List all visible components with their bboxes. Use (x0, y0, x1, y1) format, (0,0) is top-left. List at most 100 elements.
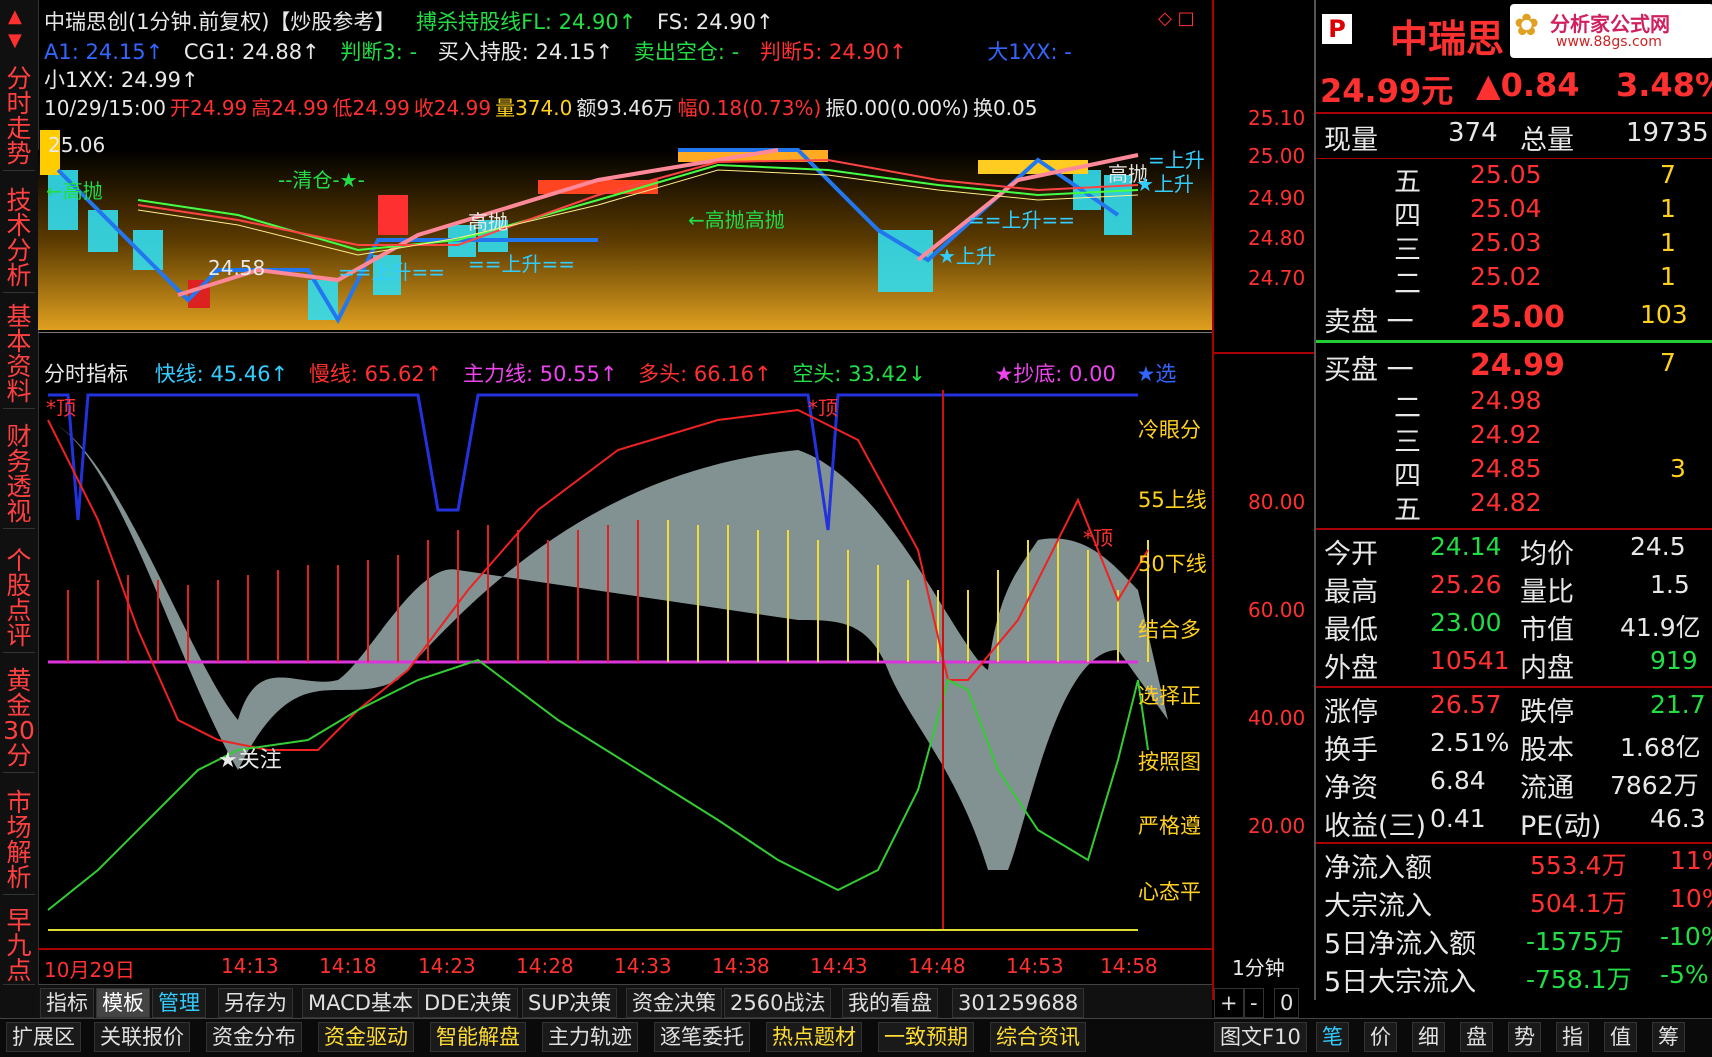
chaodi-value: ★抄底: 0.00 (994, 362, 1116, 386)
stock-name: 中瑞思 (1390, 17, 1505, 61)
rtab-jia[interactable]: 价 (1364, 1022, 1397, 1052)
btn-guanlian[interactable]: 关联报价 (94, 1022, 190, 1052)
sell-2-price: 25.02 (1470, 262, 1542, 291)
stat-label: 外盘 (1324, 653, 1378, 684)
indicator-header: 分时指标 快线: 45.46↑ 慢线: 65.62↑ 主力线: 50.55↑ 多… (44, 358, 1190, 388)
bar-range: 幅0.18(0.73%) (677, 96, 822, 120)
sell-5: 五 25.05 7 (1320, 160, 1712, 198)
zoom-out-button[interactable]: - (1244, 988, 1264, 1018)
price-low-label: 24.58 (208, 256, 266, 280)
buy-2: 二 24.98 (1320, 386, 1712, 424)
tab-shichang[interactable]: 市场解析 (3, 790, 35, 895)
stat-label: 换手 (1324, 735, 1378, 766)
fs-value: FS: 24.90↑ (657, 10, 774, 34)
tab-huangjin[interactable]: 黄金30分 (3, 668, 35, 773)
btn-macd[interactable]: MACD基本 (302, 988, 419, 1018)
bid-ask-divider (1316, 340, 1712, 343)
time-label-6: 14:38 (712, 954, 770, 978)
btn-lingcunwei[interactable]: 另存为 (218, 988, 293, 1018)
indicator-title[interactable]: 分时指标 (44, 362, 128, 386)
stat-label: 涨停 (1324, 697, 1378, 728)
btn-zonghe[interactable]: 综合资讯 (990, 1022, 1086, 1052)
stat-label: 最高 (1324, 577, 1378, 608)
sell-2-label: 二 (1394, 269, 1421, 300)
stat-label: 最低 (1324, 615, 1378, 646)
btn-tuwen-f10[interactable]: 图文F10 (1214, 1022, 1307, 1052)
btn-zijinqudong[interactable]: 资金驱动 (318, 1022, 414, 1052)
window-controls[interactable]: ◇ □ (1158, 8, 1195, 29)
rtab-bi[interactable]: 笔 (1316, 1022, 1349, 1052)
y-axis-column: 25.10 25.00 24.90 24.80 24.70 80.00 60.0… (1212, 0, 1314, 1000)
signal-up-4: ★上升 (938, 244, 996, 268)
rtab-xi[interactable]: 细 (1412, 1022, 1445, 1052)
btn-sup[interactable]: SUP决策 (522, 988, 618, 1018)
price-tick-1: 25.00 (1248, 144, 1306, 168)
btn-dde[interactable]: DDE决策 (418, 988, 518, 1018)
header-line-2: A1: 24.15↑ CG1: 24.88↑ 判断3: - 买入持股: 24.1… (44, 36, 1086, 66)
btn-zijin[interactable]: 资金决策 (626, 988, 722, 1018)
buy-1-vol: 7 (1660, 348, 1676, 377)
btn-zhubiweituo[interactable]: 逐笔委托 (654, 1022, 750, 1052)
stat-label: 量比 (1520, 577, 1574, 608)
left-tab-bar: ▲ ▼ 分时走势 技术分析 基本资料 财务透视 个股点评 黄金30分 市场解析 … (0, 0, 39, 1056)
a1-value: A1: 24.15↑ (44, 40, 164, 64)
site-logo: ✿ 分析家公式网 www.88gs.com (1510, 4, 1712, 58)
bear-value: 空头: 33.42↓ (792, 362, 926, 386)
stat-value: 46.3 (1650, 804, 1706, 833)
buy-3-price: 24.92 (1470, 420, 1542, 449)
note-1: 冷眼分 (1138, 418, 1201, 442)
volume-row: 现量 374 总量 19735 (1320, 118, 1712, 156)
btn-zhuliguiji[interactable]: 主力轨迹 (542, 1022, 638, 1052)
tab-caiwu[interactable]: 财务透视 (3, 424, 35, 529)
time-label-10: 14:58 (1100, 954, 1158, 978)
boshen-line: 搏杀持股线FL: 24.90↑ (416, 10, 637, 34)
stat-row-0: 今开 24.14 均价 24.5 (1320, 532, 1712, 570)
btn-kuozhanqu[interactable]: 扩展区 (6, 1022, 81, 1052)
btn-kanpan[interactable]: 我的看盘 (842, 988, 938, 1018)
tab-zaojiu[interactable]: 早九点 (3, 908, 35, 985)
sell-3-price: 25.03 (1470, 228, 1542, 257)
stat-value: 23.00 (1430, 608, 1502, 637)
panel-divider (38, 332, 1212, 333)
zoom-reset-button[interactable]: 0 (1274, 988, 1300, 1018)
tab-fenshi[interactable]: 分时走势 (3, 66, 35, 171)
rtab-zhi[interactable]: 指 (1556, 1022, 1589, 1052)
btn-account[interactable]: 301259688 (952, 988, 1085, 1018)
ind-tick-1: 60.00 (1248, 598, 1306, 622)
scroll-up-icon[interactable]: ▲ (8, 6, 22, 27)
stat-value: 7862万 (1610, 771, 1699, 800)
flow-pct: 10% (1670, 884, 1712, 913)
tab-jiben[interactable]: 基本资料 (3, 304, 35, 409)
rtab-zhi2[interactable]: 值 (1604, 1022, 1637, 1052)
rtab-shi[interactable]: 势 (1508, 1022, 1541, 1052)
btn-guanli[interactable]: 管理 (152, 988, 206, 1018)
btn-zhinengjiepan[interactable]: 智能解盘 (430, 1022, 526, 1052)
rtab-pan[interactable]: 盘 (1460, 1022, 1493, 1052)
rtab-chou[interactable]: 筹 (1652, 1022, 1685, 1052)
price-tick-2: 24.90 (1248, 186, 1306, 210)
btn-moban[interactable]: 模板 (96, 988, 150, 1018)
stat-value: 1.5 (1650, 570, 1690, 599)
bar-time: 10/29/15:00 (44, 96, 167, 120)
sell-4-price: 25.04 (1470, 194, 1542, 223)
btn-zijinfenbu[interactable]: 资金分布 (206, 1022, 302, 1052)
stat-value: 0.41 (1430, 804, 1486, 833)
btn-2560[interactable]: 2560战法 (724, 988, 832, 1018)
slow-line: 慢线: 65.62↑ (308, 362, 443, 386)
stat-value: 26.57 (1430, 690, 1502, 719)
note-2: 55上线 (1138, 488, 1207, 512)
tab-jishu[interactable]: 技术分析 (3, 188, 35, 293)
btn-zhibiao[interactable]: 指标 (40, 988, 94, 1018)
scroll-down-icon[interactable]: ▼ (8, 30, 22, 51)
guanzhu-signal: ★关注 (218, 748, 282, 773)
sell-3-vol: 1 (1660, 228, 1676, 257)
zoom-in-button[interactable]: + (1214, 988, 1244, 1018)
indicator-chart (47, 390, 1168, 931)
xuan-value: ★选 (1136, 362, 1177, 386)
stat-value: 41.9亿 (1620, 613, 1701, 642)
btn-redian[interactable]: 热点题材 (766, 1022, 862, 1052)
period-label[interactable]: 1分钟 (1232, 952, 1285, 981)
bar-volume: 量374.0 (495, 96, 573, 120)
btn-yizhi[interactable]: 一致预期 (878, 1022, 974, 1052)
tab-gegu[interactable]: 个股点评 (3, 548, 35, 653)
